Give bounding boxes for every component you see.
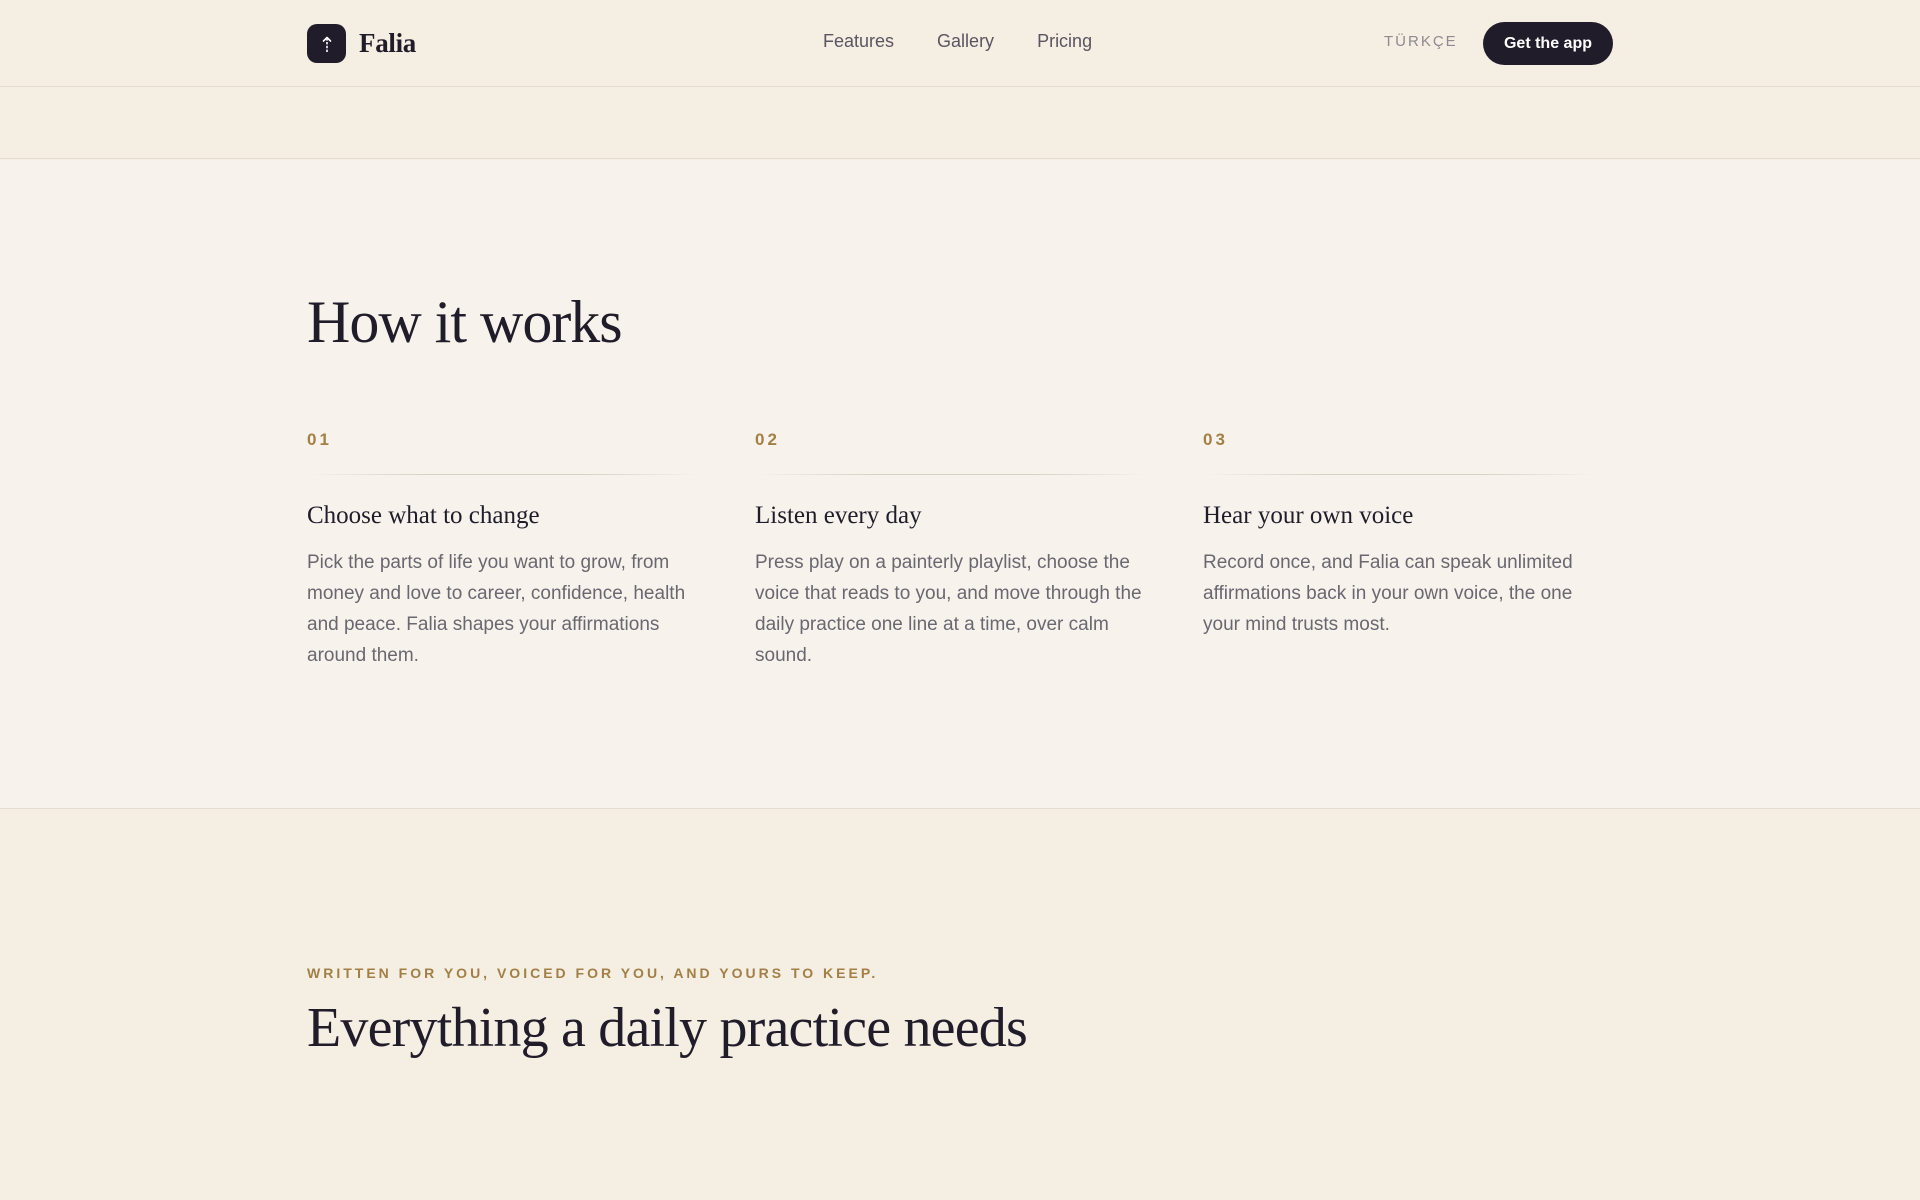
nav-link-gallery[interactable]: Gallery — [937, 31, 994, 52]
step-number: 02 — [755, 430, 780, 449]
step-title: Listen every day — [755, 502, 922, 529]
step-card: 02 Listen every day Press play on a pain… — [755, 430, 1155, 671]
how-it-works-section: How it works 01 Choose what to change Pi… — [0, 160, 1920, 809]
brand-name: Falia — [359, 28, 416, 58]
step-divider — [755, 474, 1149, 475]
step-description: Press play on a painterly playlist, choo… — [755, 552, 1142, 666]
step-title: Choose what to change — [307, 502, 540, 529]
language-switcher[interactable]: TÜRKÇE — [1384, 33, 1458, 50]
brand-home-link[interactable]: Falia — [307, 24, 416, 63]
get-the-app-button[interactable]: Get the app — [1483, 22, 1613, 65]
arrow-up-icon — [322, 36, 331, 52]
step-description: Record once, and Falia can speak unlimit… — [1203, 552, 1573, 635]
step-divider — [307, 474, 701, 475]
step-card: 01 Choose what to change Pick the parts … — [307, 430, 707, 671]
step-card: 03 Hear your own voice Record once, and … — [1203, 430, 1603, 640]
top-nav: Falia Features Gallery Pricing TÜRKÇE Ge… — [0, 0, 1920, 87]
logo-icon — [307, 24, 346, 63]
how-it-works-title: How it works — [307, 289, 623, 355]
step-description: Pick the parts of life you want to grow,… — [307, 552, 686, 666]
step-number: 03 — [1203, 430, 1228, 449]
features-section: WRITTEN FOR YOU, VOICED FOR YOU, AND YOU… — [0, 810, 1920, 1200]
main-nav: Features Gallery Pricing — [823, 31, 1092, 52]
spacer-band — [0, 88, 1920, 159]
nav-link-pricing[interactable]: Pricing — [1037, 31, 1092, 52]
features-title: Everything a daily practice needs — [307, 997, 1028, 1059]
features-eyebrow: WRITTEN FOR YOU, VOICED FOR YOU, AND YOU… — [307, 965, 879, 981]
nav-link-features[interactable]: Features — [823, 31, 894, 52]
step-title: Hear your own voice — [1203, 502, 1414, 529]
step-divider — [1203, 474, 1597, 475]
step-number: 01 — [307, 430, 332, 449]
